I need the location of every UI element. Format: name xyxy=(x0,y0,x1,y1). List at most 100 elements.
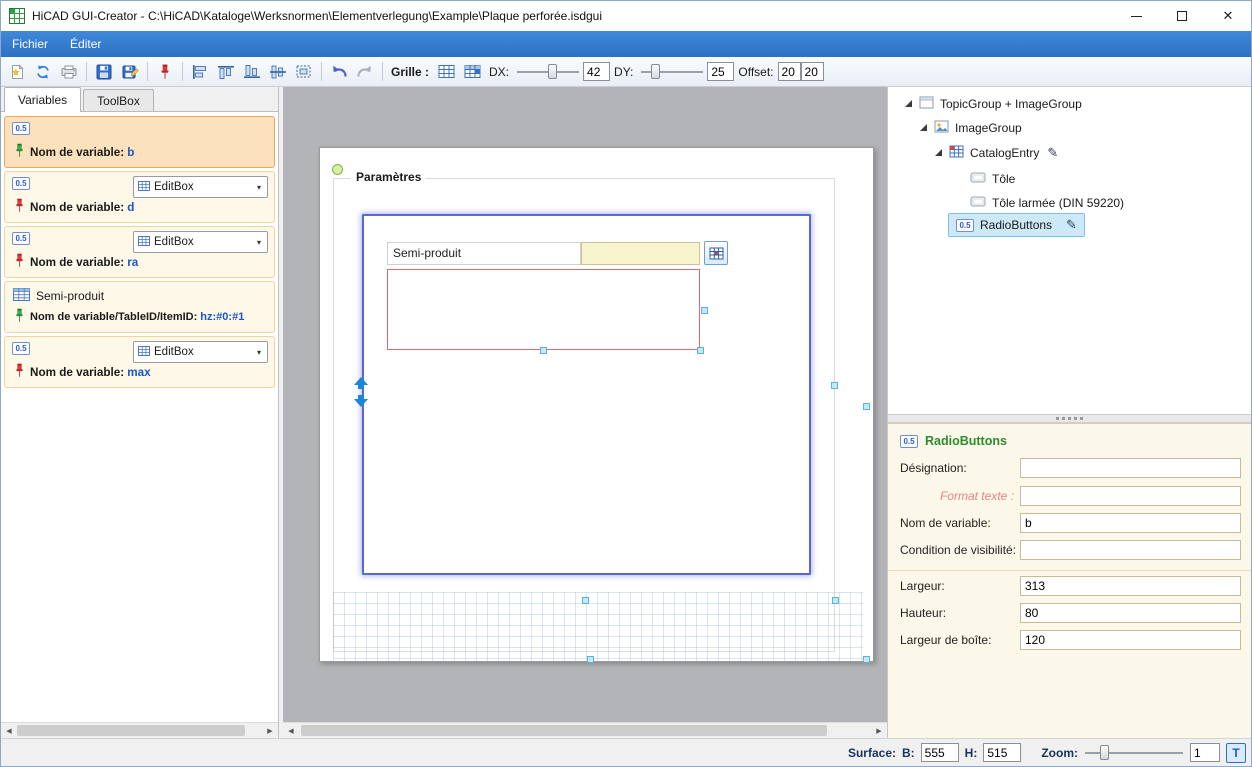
selection-handle[interactable] xyxy=(697,347,704,354)
format-texte-input[interactable] xyxy=(1020,486,1241,506)
text-mode-button[interactable]: T xyxy=(1226,743,1246,763)
align-left-button[interactable] xyxy=(188,60,212,84)
grid-snap-button[interactable] xyxy=(460,60,484,84)
scrollbar-thumb[interactable] xyxy=(301,725,827,736)
catalog-browse-button[interactable] xyxy=(704,241,728,265)
variable-card-ra[interactable]: 0.5 EditBox ▾ Nom de variable:ra xyxy=(4,226,275,278)
toolbar-separator xyxy=(321,62,322,81)
expander-icon[interactable] xyxy=(935,149,942,156)
export-button[interactable] xyxy=(57,60,81,84)
editbox-type-icon: 0.5 xyxy=(12,177,30,190)
dx-slider-thumb[interactable] xyxy=(548,64,557,79)
tree-item-radiobuttons[interactable]: 0.5 RadioButtons ✎ xyxy=(948,213,1085,237)
close-icon: ✕ xyxy=(1223,8,1234,24)
expander-icon[interactable] xyxy=(920,124,927,131)
surface-b-input[interactable] xyxy=(921,743,959,762)
vertical-resize-arrow-icon[interactable] xyxy=(353,377,369,410)
tree-item-tole-larmee[interactable]: Tôle larmée (DIN 59220) xyxy=(970,192,1124,214)
grid-toggle-button[interactable] xyxy=(434,60,458,84)
save-button[interactable] xyxy=(92,60,116,84)
selection-handle[interactable] xyxy=(863,656,870,663)
expander-icon[interactable] xyxy=(905,100,912,107)
variable-name-line: Nom de variable/TableID/ItemID:hz:#0:#1 xyxy=(30,311,244,323)
semi-produit-field-label[interactable]: Semi-produit xyxy=(387,242,581,265)
radiobuttons-type-icon: 0.5 xyxy=(956,219,974,232)
tree-item-imagegroup[interactable]: ImageGroup xyxy=(920,117,1022,139)
canvas-hscrollbar[interactable]: ◀ ▶ xyxy=(283,722,887,738)
variable-card-d[interactable]: 0.5 EditBox ▾ Nom de variable:d xyxy=(4,171,275,223)
origin-handle[interactable] xyxy=(332,164,343,175)
dy-slider[interactable] xyxy=(640,62,704,81)
dy-slider-thumb[interactable] xyxy=(651,64,660,79)
variable-card-b[interactable]: 0.5 Nom de variable:b xyxy=(4,116,275,168)
selection-handle[interactable] xyxy=(831,382,838,389)
redo-button[interactable] xyxy=(353,60,377,84)
design-canvas[interactable]: Paramètres Semi-produit ◀ ▶ xyxy=(283,87,887,738)
condition-input[interactable] xyxy=(1020,540,1241,560)
radiobuttons-element[interactable] xyxy=(387,269,700,350)
tree-item-catalogentry[interactable]: CatalogEntry ✎ xyxy=(935,142,1058,164)
properties-header: 0.5 RadioButtons xyxy=(900,434,1007,448)
new-button[interactable] xyxy=(5,60,29,84)
largeur-boite-input[interactable] xyxy=(1020,630,1241,650)
editbox-combo[interactable]: EditBox ▾ xyxy=(133,341,268,363)
save-as-button[interactable] xyxy=(118,60,142,84)
tab-toolbox[interactable]: ToolBox xyxy=(83,89,154,111)
nom-variable-input[interactable] xyxy=(1020,513,1241,533)
editbox-combo[interactable]: EditBox ▾ xyxy=(133,231,268,253)
minimize-button[interactable] xyxy=(1113,1,1159,31)
dialog-form[interactable]: Paramètres Semi-produit xyxy=(319,147,874,662)
zoom-slider[interactable] xyxy=(1084,743,1184,762)
scrollbar-thumb[interactable] xyxy=(17,725,245,736)
offset-y-input[interactable] xyxy=(801,62,824,81)
zoom-slider-thumb[interactable] xyxy=(1100,745,1109,760)
left-panel-hscrollbar[interactable]: ◀ ▶ xyxy=(1,722,278,738)
largeur-input[interactable] xyxy=(1020,576,1241,596)
dx-input[interactable] xyxy=(583,62,610,81)
variable-card-semi-produit[interactable]: Semi-produit Nom de variable/TableID/Ite… xyxy=(4,281,275,333)
zoom-input[interactable] xyxy=(1190,743,1220,762)
scrollbar-track[interactable] xyxy=(299,723,871,738)
scroll-left-button[interactable]: ◀ xyxy=(1,723,17,738)
tab-variables[interactable]: Variables xyxy=(4,87,81,112)
selection-handle[interactable] xyxy=(540,347,547,354)
editbox-combo[interactable]: EditBox ▾ xyxy=(133,176,268,198)
align-bottom-button[interactable] xyxy=(240,60,264,84)
selection-handle[interactable] xyxy=(582,597,589,604)
scrollbar-track[interactable] xyxy=(17,723,262,738)
edit-pencil-icon[interactable]: ✎ xyxy=(1066,217,1077,233)
offset-x-input[interactable] xyxy=(778,62,801,81)
scroll-left-button[interactable]: ◀ xyxy=(283,723,299,738)
panel-splitter[interactable] xyxy=(888,414,1251,423)
combo-value: EditBox xyxy=(154,236,194,248)
align-top-button[interactable] xyxy=(214,60,238,84)
scroll-right-button[interactable]: ▶ xyxy=(262,723,278,738)
groupbox-title: Paramètres xyxy=(351,170,426,184)
close-button[interactable]: ✕ xyxy=(1205,1,1251,31)
variable-card-max[interactable]: 0.5 EditBox ▾ Nom de variable:max xyxy=(4,336,275,388)
maximize-button[interactable] xyxy=(1159,1,1205,31)
reload-button[interactable] xyxy=(31,60,55,84)
selection-handle[interactable] xyxy=(587,656,594,663)
selection-handle[interactable] xyxy=(701,307,708,314)
dx-slider[interactable] xyxy=(516,62,580,81)
surface-h-input[interactable] xyxy=(983,743,1021,762)
align-middle-button[interactable] xyxy=(266,60,290,84)
undo-button[interactable] xyxy=(327,60,351,84)
designation-input[interactable] xyxy=(1020,458,1241,478)
hauteur-input[interactable] xyxy=(1020,603,1241,623)
selection-handle[interactable] xyxy=(863,403,870,410)
same-size-button[interactable] xyxy=(292,60,316,84)
align-top-icon xyxy=(217,64,235,80)
scroll-right-button[interactable]: ▶ xyxy=(871,723,887,738)
semi-produit-value-field[interactable] xyxy=(581,242,700,265)
tree-item-topicgroup[interactable]: TopicGroup + ImageGroup xyxy=(905,93,1082,115)
menu-fichier[interactable]: Fichier xyxy=(1,31,59,57)
menu-editer[interactable]: Éditer xyxy=(59,31,112,57)
tree-item-tole[interactable]: Tôle xyxy=(970,168,1015,190)
pin-button[interactable] xyxy=(153,60,177,84)
largeur-boite-label: Largeur de boîte: xyxy=(900,633,991,647)
dy-input[interactable] xyxy=(707,62,734,81)
selection-handle[interactable] xyxy=(832,597,839,604)
edit-pencil-icon[interactable]: ✎ xyxy=(1047,145,1058,161)
